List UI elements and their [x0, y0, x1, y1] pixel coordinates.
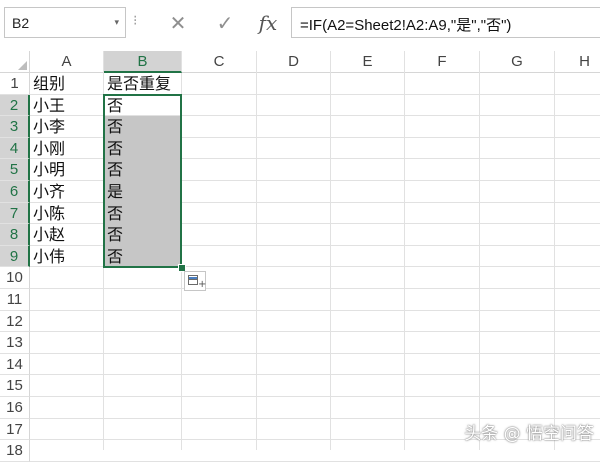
cell-A5[interactable]: 小明	[30, 159, 103, 181]
gridline	[181, 73, 182, 450]
gridline	[30, 309, 600, 311]
cell-B9[interactable]: 否	[104, 245, 181, 268]
column-headers: ABCDEFGH	[30, 51, 600, 73]
cell-A7[interactable]: 小陈	[30, 203, 103, 225]
cell-B7[interactable]: 否	[104, 202, 181, 225]
row-header-14[interactable]: 14	[0, 353, 30, 376]
row-header-17[interactable]: 17	[0, 418, 30, 441]
column-header-B[interactable]: B	[104, 51, 182, 73]
column-header-H[interactable]: H	[555, 51, 600, 73]
column-header-G[interactable]: G	[480, 51, 555, 73]
row-header-10[interactable]: 10	[0, 267, 30, 289]
cell-B2[interactable]: 否	[104, 95, 181, 117]
gridline	[479, 73, 480, 450]
row-header-18[interactable]: 18	[0, 440, 30, 462]
gridline	[30, 331, 600, 333]
cell-B6[interactable]: 是	[104, 181, 181, 203]
row-header-16[interactable]: 16	[0, 397, 30, 419]
watermark: 头条 @ 悟空问答	[464, 424, 594, 444]
column-header-F[interactable]: F	[405, 51, 480, 73]
row-header-3[interactable]: 3	[0, 116, 30, 138]
enter-icon[interactable]: ✓	[205, 8, 245, 38]
gridline	[30, 352, 600, 354]
cell-B5[interactable]: 否	[104, 159, 181, 181]
chevron-down-icon[interactable]: ▾	[114, 18, 119, 28]
select-all-button[interactable]	[0, 51, 30, 73]
cell-A8[interactable]: 小赵	[30, 224, 103, 246]
row-header-4[interactable]: 4	[0, 137, 30, 160]
row-header-11[interactable]: 11	[0, 289, 30, 311]
formula-input[interactable]: =IF(A2=Sheet2!A2:A9,"是","否")	[291, 7, 600, 38]
row-header-13[interactable]: 13	[0, 332, 30, 354]
gridline	[30, 374, 600, 376]
row-header-9[interactable]: 9	[0, 245, 30, 268]
gridline	[30, 288, 600, 289]
gridline	[256, 73, 257, 450]
formula-bar: B2 ▾ ⁝ ✕ ✓ fx =IF(A2=Sheet2!A2:A9,"是","否…	[0, 0, 600, 50]
gridline	[404, 73, 405, 450]
column-header-D[interactable]: D	[257, 51, 331, 73]
cell-B3[interactable]: 否	[104, 116, 181, 138]
cell-A2[interactable]: 小王	[30, 95, 103, 117]
plus-icon: +	[198, 279, 207, 291]
cell-B4[interactable]: 否	[104, 137, 181, 160]
cell-B1[interactable]: 是否重复	[104, 73, 181, 95]
drag-handle-icon[interactable]: ⁝	[133, 13, 138, 29]
quick-analysis-button[interactable]: +	[184, 271, 207, 292]
column-header-C[interactable]: C	[182, 51, 257, 73]
row-header-8[interactable]: 8	[0, 224, 30, 246]
row-header-2[interactable]: 2	[0, 94, 30, 117]
column-header-E[interactable]: E	[331, 51, 405, 73]
cell-A9[interactable]: 小伟	[30, 246, 103, 268]
cell-A4[interactable]: 小刚	[30, 138, 103, 160]
cell-A1[interactable]: 组别	[30, 73, 103, 95]
row-header-7[interactable]: 7	[0, 202, 30, 225]
row-header-1[interactable]: 1	[0, 73, 30, 95]
cancel-icon[interactable]: ✕	[158, 8, 198, 38]
cell-A3[interactable]: 小李	[30, 116, 103, 138]
cell-area[interactable]: 组别 是否重复 小王否小李否小刚否小明否小齐是小陈否小赵否小伟否 +	[30, 73, 600, 462]
row-header-6[interactable]: 6	[0, 181, 30, 203]
gridline	[30, 396, 600, 397]
cell-A6[interactable]: 小齐	[30, 181, 103, 203]
quick-analysis-icon	[188, 275, 198, 286]
row-header-12[interactable]: 12	[0, 310, 30, 333]
row-header-5[interactable]: 5	[0, 159, 30, 181]
select-all-icon	[18, 61, 27, 70]
formula-text: =IF(A2=Sheet2!A2:A9,"是","否")	[300, 17, 512, 34]
name-box[interactable]: B2 ▾	[4, 7, 126, 38]
gridline	[330, 73, 331, 450]
gridline	[554, 73, 555, 450]
column-header-A[interactable]: A	[30, 51, 104, 73]
row-header-15[interactable]: 15	[0, 375, 30, 397]
name-box-value: B2	[12, 15, 30, 31]
spreadsheet-grid: ABCDEFGH 1 2 3 4 5 6 7 8 9 10 11 12 13 14 15 16 17 18 组别是…	[0, 51, 600, 462]
insert-function-icon[interactable]: fx	[248, 8, 288, 38]
cell-B8[interactable]: 否	[104, 224, 181, 246]
